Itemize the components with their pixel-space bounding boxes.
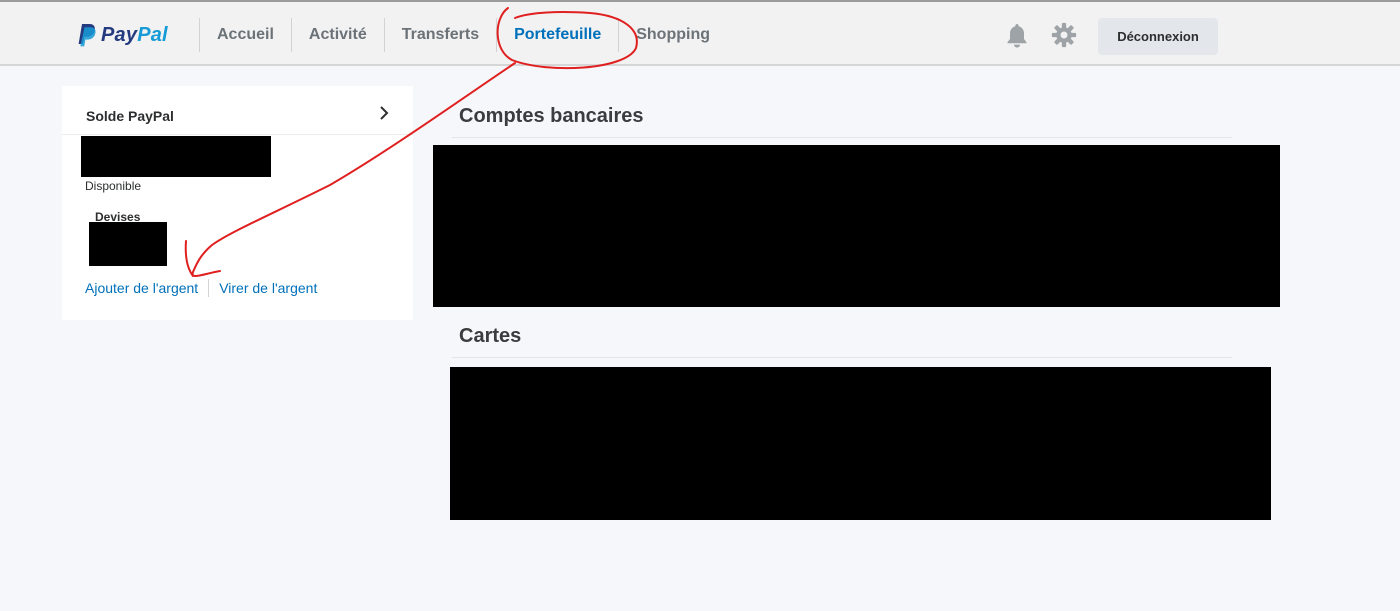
paypal-balance-card: Solde PayPal Disponible Devises Ajouter … (62, 86, 413, 320)
withdraw-money-link[interactable]: Virer de l'argent (219, 280, 317, 296)
paypal-wordmark: PayPal (101, 24, 168, 47)
nav-item-shopping[interactable]: Shopping (618, 18, 727, 52)
link-separator (208, 279, 210, 297)
add-money-link[interactable]: Ajouter de l'argent (85, 280, 198, 296)
redacted-balance-amount (81, 136, 271, 177)
redacted-cards-list (450, 367, 1271, 520)
top-navigation-bar: PayPal Accueil Activité Transferts Porte… (0, 2, 1400, 66)
chevron-right-icon (380, 106, 389, 120)
bank-accounts-title: Comptes bancaires (459, 105, 644, 127)
nav-item-portefeuille[interactable]: Portefeuille (496, 18, 618, 52)
redacted-bank-accounts-list (433, 145, 1280, 307)
bell-icon[interactable] (1005, 22, 1029, 48)
cards-title: Cartes (459, 325, 522, 347)
wordmark-pal: Pal (137, 23, 168, 46)
nav-item-activite[interactable]: Activité (290, 18, 384, 52)
redacted-currencies-list (89, 222, 167, 266)
bank-accounts-divider (452, 137, 1232, 138)
balance-actions: Ajouter de l'argent Virer de l'argent (85, 279, 317, 297)
gear-icon[interactable] (1051, 22, 1077, 48)
paypal-logo[interactable]: PayPal (76, 21, 168, 49)
logout-button[interactable]: Déconnexion (1098, 18, 1218, 55)
main-nav: Accueil Activité Transferts Portefeuille… (199, 18, 727, 52)
cards-divider (452, 357, 1232, 358)
balance-card-header[interactable]: Solde PayPal (62, 86, 413, 135)
nav-item-accueil[interactable]: Accueil (199, 18, 291, 52)
paypal-p-icon (78, 24, 96, 47)
wordmark-pay: Pay (101, 23, 138, 46)
balance-card-title: Solde PayPal (86, 108, 174, 124)
nav-item-transferts[interactable]: Transferts (383, 18, 496, 52)
available-label: Disponible (85, 179, 142, 193)
